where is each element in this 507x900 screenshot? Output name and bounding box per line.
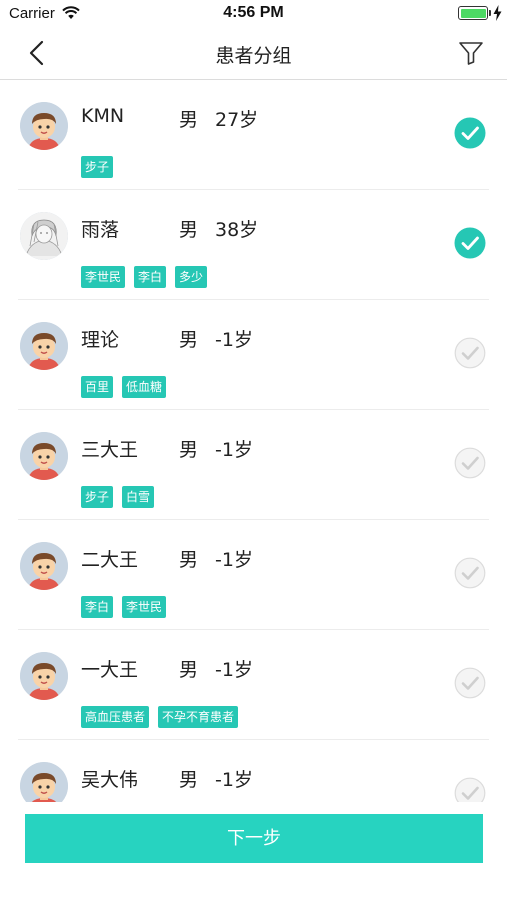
checked-circle-icon[interactable] [454,117,486,149]
navigation-bar: 患者分组 [0,28,507,80]
patient-name: KMN [81,105,125,127]
unchecked-circle-icon[interactable] [454,447,486,479]
unchecked-circle-icon[interactable] [454,337,486,369]
patient-row[interactable]: KMN 男 27岁步子 [0,80,507,190]
patient-gender: 男 [179,219,199,241]
patient-gender: 男 [179,549,199,571]
unchecked-circle-icon[interactable] [454,667,486,699]
avatar [20,652,68,700]
patient-list[interactable]: KMN 男 27岁 步子 雨落男 38岁 李世民 李白 多少 理论男 -1岁 百里 低血糖 三大王男 -1岁… [0,80,507,802]
patient-row[interactable]: 理论 男 -1岁百里 低血糖 [0,300,507,410]
patient-tag: 多少 [175,266,208,288]
avatar [20,212,68,260]
patient-tag: 李世民 [122,596,167,618]
status-time: 4:56 PM [223,4,284,21]
patient-age: -1岁 [215,659,253,681]
patient-age: -1岁 [215,329,253,351]
patient-name: 一大王 [81,659,139,681]
patient-name: 三大王 [81,439,139,461]
page-title: 患者分组 [215,45,292,67]
patient-tag: 李世民 [81,266,126,288]
patient-row[interactable]: 三大王 男 -1岁步子 白雪 [0,410,507,520]
avatar [20,322,68,370]
patient-row[interactable]: 一大王 男 -1岁高血压患者 不孕不育患者 [0,630,507,740]
patient-age: -1岁 [215,769,253,791]
patient-gender: 男 [179,329,199,351]
patient-tag: 步子 [81,156,114,178]
patient-tags: 百里 低血糖 [81,376,167,398]
patient-tag: 高血压患者 [81,706,150,728]
patient-tags: 步子 白雪 [81,486,155,508]
checked-circle-icon[interactable] [454,227,486,259]
charging-bolt-icon [493,5,502,21]
patient-tag: 李白 [134,266,167,288]
battery-tip [489,10,491,16]
patient-tag: 百里 [81,376,114,398]
battery-icon [458,6,488,20]
patient-row[interactable]: 雨落 男 38岁李世民 李白 多少 [0,190,507,300]
patient-tag: 步子 [81,486,114,508]
avatar [20,762,68,802]
patient-tag: 李白 [81,596,114,618]
patient-age: -1岁 [215,549,253,571]
patient-tag: 白雪 [122,486,155,508]
patient-name: 二大王 [81,549,139,571]
avatar [20,542,68,590]
patient-tags: 步子 [81,156,114,178]
patient-age: 38岁 [215,219,259,241]
patient-tag: 低血糖 [122,376,167,398]
patient-row[interactable]: 吴大伟 男 -1岁 [0,740,507,802]
patient-age: -1岁 [215,439,253,461]
patient-row[interactable]: 二大王 男 -1岁李白 李世民 [0,520,507,630]
avatar [20,432,68,480]
patient-tag: 不孕不育患者 [158,706,239,728]
patient-gender: 男 [179,659,199,681]
patient-name: 理论 [81,329,120,351]
patient-name: 吴大伟 [81,769,139,791]
patient-gender: 男 [179,769,199,791]
patient-gender: 男 [179,439,199,461]
status-bar: Carrier 4:56 PM [0,0,507,28]
patient-age: 27岁 [215,109,259,131]
unchecked-circle-icon[interactable] [454,557,486,589]
filter-icon[interactable] [458,40,484,66]
patient-tags: 李白 李世民 [81,596,167,618]
patient-tags: 高血压患者 不孕不育患者 [81,706,239,728]
patient-tags: 李世民 李白 多少 [81,266,208,288]
battery-level [460,8,486,18]
next-step-button[interactable]: 下一步 [25,814,483,863]
unchecked-circle-icon[interactable] [454,777,486,802]
patient-name: 雨落 [81,219,120,241]
patient-gender: 男 [179,109,199,131]
avatar [20,102,68,150]
